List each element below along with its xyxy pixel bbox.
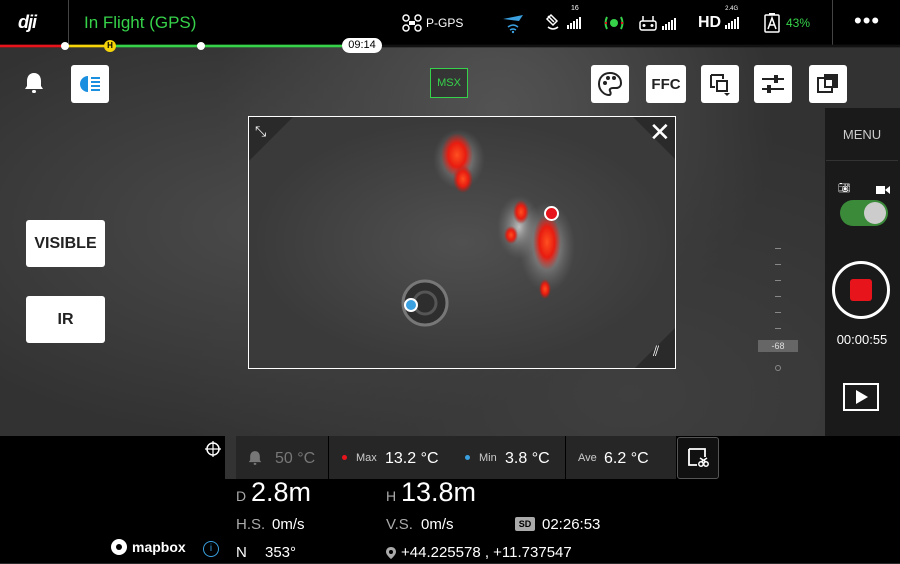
min-dot	[465, 455, 470, 460]
menu-button[interactable]: MENU	[826, 110, 898, 161]
vision-sensor-icon	[604, 16, 624, 30]
crop-measure-icon	[688, 448, 709, 467]
heading-label: N	[236, 544, 247, 561]
ffc-button[interactable]: FFC	[646, 65, 686, 103]
temp-alarm-icon[interactable]	[246, 449, 264, 472]
remote-controller-icon	[639, 16, 657, 31]
max-temp-marker	[544, 206, 559, 221]
drone-icon	[402, 14, 422, 32]
battery-critical-segment	[0, 44, 65, 48]
video-link-signal[interactable]: HD 2.4G	[698, 5, 740, 38]
temp-alarm-value: 50 °C	[275, 450, 316, 467]
dji-logo[interactable]: dji	[18, 12, 37, 33]
info-icon[interactable]: i	[203, 541, 219, 557]
divider	[832, 0, 833, 45]
min-label: Min	[479, 452, 497, 464]
playback-button[interactable]	[842, 382, 880, 417]
flight-time-remaining: 09:14	[342, 38, 382, 53]
more-options-icon[interactable]: •••	[854, 8, 880, 34]
location-pin-icon	[386, 546, 396, 564]
alert-bell-icon[interactable]	[22, 70, 46, 101]
gps-signal-bars-icon	[567, 15, 581, 29]
battery-percentage: 43%	[786, 16, 811, 30]
photo-mode-icon: 📷︎	[838, 183, 851, 194]
video-mode-icon	[876, 182, 890, 200]
record-button[interactable]	[832, 261, 890, 319]
record-timer: 00:00:55	[836, 332, 888, 347]
divider	[68, 0, 69, 45]
rc-signal-bars-icon	[662, 16, 676, 30]
height-value: 13.8m	[401, 477, 477, 507]
remote-controller-signal[interactable]	[638, 8, 676, 38]
gimbal-pitch-value: -68	[758, 340, 798, 352]
video-signal-bars-icon	[725, 15, 740, 29]
flight-mode-label: P-GPS	[426, 16, 464, 30]
gps-coordinates: +44.225578 , +11.737547	[401, 544, 572, 561]
horizontal-speed-value: 0m/s	[272, 516, 305, 533]
sd-remaining-time: 02:26:53	[542, 516, 601, 533]
expand-icon[interactable]: ⤡	[255, 123, 266, 140]
mapbox-logo-icon	[111, 539, 127, 555]
palette-icon	[597, 71, 623, 97]
palette-button[interactable]	[591, 65, 629, 103]
satellite-count: 16	[571, 4, 579, 12]
obstacle-avoidance-status[interactable]	[500, 8, 526, 38]
photo-video-toggle[interactable]	[840, 200, 888, 226]
divider	[565, 436, 566, 479]
home-return-marker: H	[104, 40, 116, 52]
mapbox-attribution: mapbox	[110, 538, 186, 556]
ir-camera-button[interactable]: IR	[26, 296, 105, 343]
heading-value: 353°	[265, 544, 297, 561]
zoom-region-button[interactable]	[701, 65, 739, 103]
msx-toggle-button[interactable]: MSX	[430, 68, 468, 98]
distance-value: 2.8m	[251, 477, 312, 507]
video-link-label: HD	[698, 14, 722, 31]
close-icon[interactable]: ✕	[649, 119, 671, 145]
vision-status[interactable]	[602, 8, 626, 38]
sliders-icon	[762, 75, 784, 93]
visible-camera-button[interactable]: VISIBLE	[26, 220, 105, 267]
battery-icon	[764, 13, 780, 33]
height-label: H	[386, 488, 397, 504]
video-band: 2.4G	[725, 5, 739, 12]
horizontal-speed-label: H.S.	[236, 516, 266, 533]
divider	[328, 436, 329, 479]
max-temp-value: 13.2 °C	[385, 450, 439, 467]
layer-overlay-button[interactable]	[809, 65, 847, 103]
resize-handle-icon[interactable]: ⫽	[653, 343, 659, 360]
vertical-speed-label: V.S.	[386, 516, 413, 533]
thermal-zoom-window[interactable]: ⤡ ✕ ⫽	[248, 116, 676, 369]
battery-level-bar	[0, 44, 900, 48]
battery-marker	[197, 42, 205, 50]
max-dot	[342, 455, 347, 460]
battery-status[interactable]: 43%	[762, 8, 810, 38]
aircraft-signal-icon	[503, 15, 523, 34]
map-locate-icon[interactable]	[204, 440, 222, 463]
flight-mode[interactable]: P-GPS	[402, 8, 463, 38]
max-label: Max	[356, 452, 377, 464]
min-temp-marker	[404, 298, 418, 312]
gps-status[interactable]: 16	[545, 4, 581, 38]
record-stop-icon	[850, 279, 872, 301]
vertical-speed-value: 0m/s	[421, 516, 454, 533]
adjust-settings-button[interactable]	[754, 65, 792, 103]
region-zoom-icon	[710, 74, 730, 96]
camera-settings-button[interactable]	[71, 65, 109, 103]
ave-temp-value: 6.2 °C	[604, 450, 649, 467]
satellite-icon	[545, 13, 559, 30]
layers-icon	[817, 74, 838, 93]
sd-card-icon: SD	[515, 517, 535, 531]
mapbox-brand: mapbox	[132, 539, 186, 555]
battery-critical-marker	[61, 42, 69, 50]
distance-label: D	[236, 488, 247, 504]
battery-remaining-segment	[110, 44, 342, 48]
area-measure-button[interactable]	[677, 437, 719, 479]
playback-icon	[843, 383, 879, 411]
flight-status[interactable]: In Flight (GPS)	[84, 13, 196, 33]
ave-label: Ave	[578, 452, 597, 464]
min-temp-value: 3.8 °C	[505, 450, 550, 467]
thermal-image	[249, 117, 675, 368]
lens-settings-icon	[80, 76, 100, 92]
